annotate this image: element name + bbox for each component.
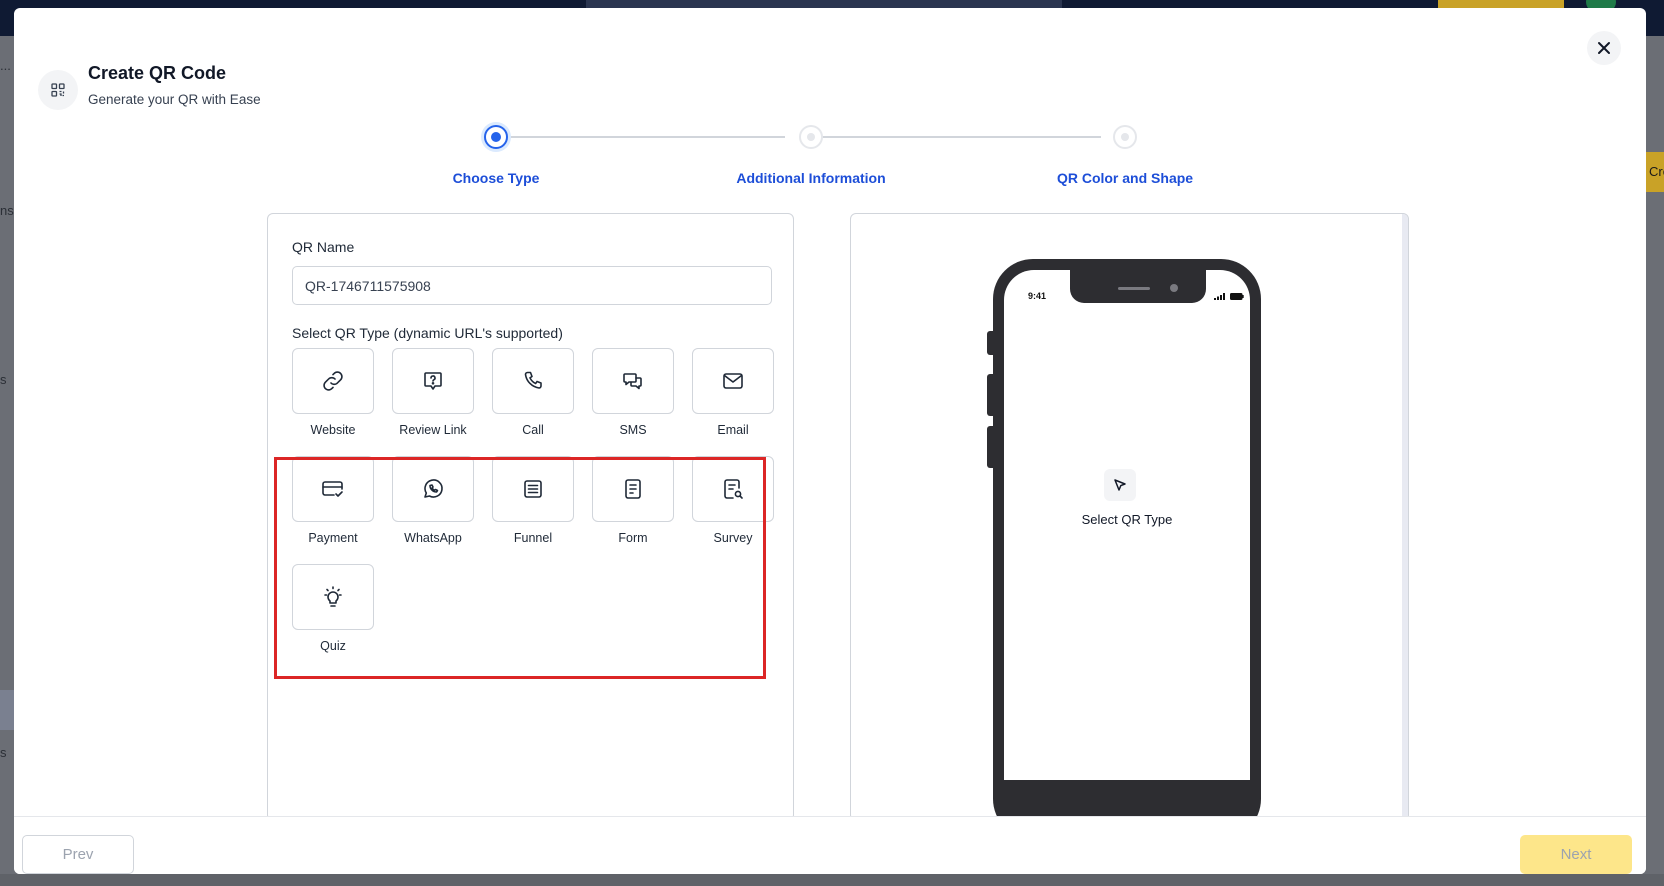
prev-button[interactable]: Prev (22, 835, 134, 874)
preview-scrollbar[interactable] (1402, 214, 1408, 820)
mail-icon (723, 373, 743, 389)
credit-card-icon (322, 481, 343, 497)
survey-icon (724, 479, 743, 499)
qr-type-email-box[interactable] (692, 348, 774, 414)
qr-type-survey-box[interactable] (692, 456, 774, 522)
phone-icon (524, 371, 542, 389)
create-qr-modal: Create QR Code Generate your QR with Eas… (14, 8, 1646, 874)
cursor-icon (1114, 479, 1126, 491)
qr-type-funnel-box[interactable] (492, 456, 574, 522)
funnel-icon (524, 480, 542, 498)
step-label-choose-type[interactable]: Choose Type (453, 170, 540, 186)
step-indicator-color-shape[interactable] (1113, 125, 1137, 149)
qr-name-label: QR Name (292, 239, 355, 255)
step-label-additional-info[interactable]: Additional Information (736, 170, 885, 186)
next-button[interactable]: Next (1520, 835, 1632, 874)
qr-type-label: Quiz (320, 639, 346, 653)
preview-card: 9:41 Select QR Type (850, 213, 1409, 821)
phone-speaker (1118, 287, 1150, 290)
qr-type-whatsapp-box[interactable] (392, 456, 474, 522)
qr-type-label: Form (618, 531, 648, 545)
qr-type-survey[interactable]: Survey (692, 456, 774, 545)
qr-type-label: Funnel (513, 531, 553, 545)
qr-type-sms-box[interactable] (592, 348, 674, 414)
step-indicator-additional-info[interactable] (799, 125, 823, 149)
signal-icon (1214, 293, 1225, 300)
battery-icon (1230, 293, 1244, 300)
phone-status-time: 9:41 (1028, 291, 1047, 301)
stepper-line (497, 136, 785, 138)
qr-type-label: Email (717, 423, 749, 437)
background-side-label: s (0, 372, 7, 387)
review-icon (424, 372, 442, 390)
qr-type-review-link[interactable]: Review Link (392, 348, 474, 437)
qr-type-quiz[interactable]: Quiz (292, 564, 374, 653)
background-side-label: ... (0, 58, 11, 73)
lightbulb-icon (324, 586, 342, 607)
qr-type-review-link-box[interactable] (392, 348, 474, 414)
background-side-block (0, 690, 14, 730)
background-side-label: ns (0, 203, 14, 218)
select-type-icon-wrap (1104, 469, 1136, 501)
qr-type-label: Call (522, 423, 544, 437)
close-button[interactable] (1587, 31, 1621, 65)
background-side-label: s (0, 745, 7, 760)
step-label-color-shape[interactable]: QR Color and Shape (1057, 170, 1193, 186)
modal-subtitle: Generate your QR with Ease (88, 92, 261, 107)
qr-header-icon-wrap (38, 70, 78, 110)
modal-title: Create QR Code (88, 63, 227, 83)
qr-code-icon (51, 83, 65, 97)
phone-screen: 9:41 Select QR Type (1004, 270, 1250, 780)
qr-type-label: SMS (619, 423, 647, 437)
form-icon (625, 479, 641, 499)
chat-icon (623, 373, 642, 390)
modal-footer: Prev Next (14, 816, 1646, 874)
whatsapp-icon (424, 479, 443, 498)
phone-mockup: 9:41 Select QR Type (993, 259, 1261, 820)
qr-type-label: Website (310, 423, 356, 437)
qr-type-label: Review Link (399, 423, 467, 437)
phone-camera (1170, 284, 1178, 292)
qr-type-website[interactable]: Website (292, 348, 374, 437)
background-bottom-bar (0, 874, 1664, 886)
link-icon (323, 371, 343, 391)
qr-type-payment-box[interactable] (292, 456, 374, 522)
qr-form-card: QR Name Select QR Type (dynamic URL's su… (267, 213, 794, 821)
phone-status-icons (1214, 293, 1244, 300)
qr-type-email[interactable]: Email (692, 348, 774, 437)
qr-type-call-box[interactable] (492, 348, 574, 414)
phone-notch (1070, 270, 1206, 303)
qr-type-website-box[interactable] (292, 348, 374, 414)
close-icon (1598, 42, 1610, 54)
qr-type-call[interactable]: Call (492, 348, 574, 437)
qr-type-form[interactable]: Form (592, 456, 674, 545)
qr-type-quiz-box[interactable] (292, 564, 374, 630)
qr-type-sms[interactable]: SMS (592, 348, 674, 437)
qr-type-funnel[interactable]: Funnel (492, 456, 574, 545)
qr-type-label: Payment (308, 531, 358, 545)
background-create-tab: Cre (1646, 152, 1664, 192)
stepper-line (811, 136, 1101, 138)
qr-type-payment[interactable]: Payment (292, 456, 374, 545)
qr-type-form-box[interactable] (592, 456, 674, 522)
qr-type-whatsapp[interactable]: WhatsApp (392, 456, 474, 545)
qr-type-label: WhatsApp (404, 531, 462, 545)
select-qr-type-text: Select QR Type (1081, 512, 1173, 527)
qr-name-input[interactable] (292, 266, 772, 305)
qr-type-label: Select QR Type (dynamic URL's supported) (292, 325, 563, 341)
step-indicator-choose-type[interactable] (484, 125, 508, 149)
qr-type-label: Survey (713, 531, 753, 545)
